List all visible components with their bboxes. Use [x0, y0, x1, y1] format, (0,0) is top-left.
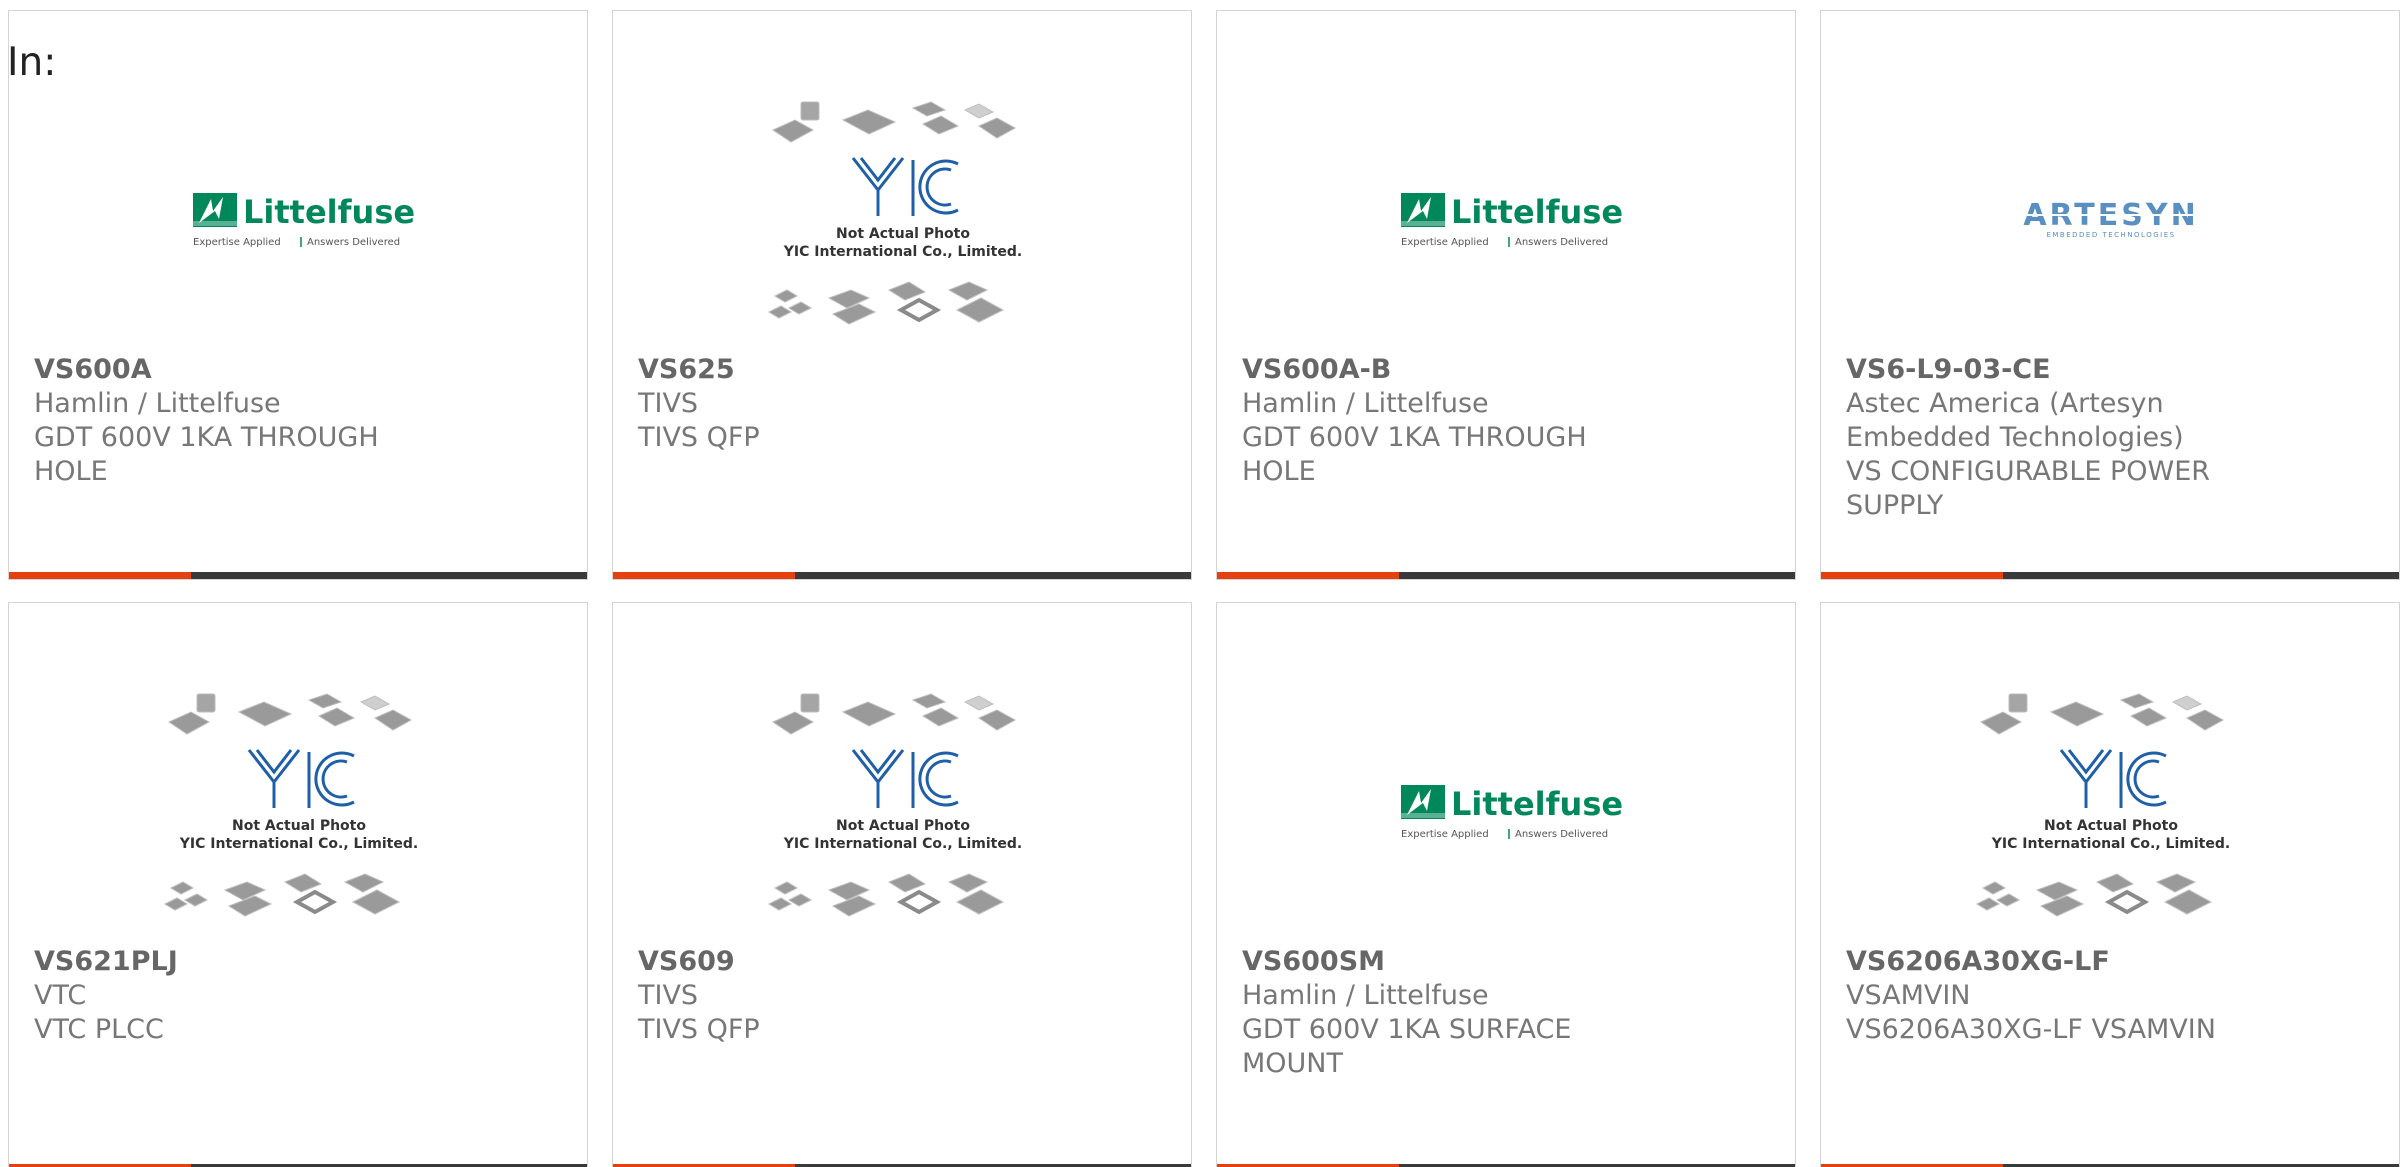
- svg-text:Expertise Applied: Expertise Applied: [193, 237, 281, 248]
- product-image[interactable]: Not Actual Photo YIC International Co., …: [743, 685, 1063, 945]
- svg-text:YIC International Co., Limited: YIC International Co., Limited.: [179, 836, 418, 852]
- manufacturer: Hamlin / Littelfuse: [1242, 388, 1489, 419]
- part-number-link[interactable]: VS625: [638, 353, 1038, 387]
- product-image[interactable]: Littelfuse Expertise Applied Answers Del…: [1347, 93, 1667, 353]
- product-image[interactable]: ARTESYN EMBEDDED TECHNOLOGIES: [1951, 93, 2271, 353]
- manufacturer: Astec America (Artesyn Embedded Technolo…: [1846, 388, 2184, 453]
- part-number-link[interactable]: VS609: [638, 945, 1038, 979]
- svg-text:Expertise Applied: Expertise Applied: [1401, 237, 1489, 248]
- product-info: VS6-L9-03-CE Astec America (Artesyn Embed…: [1846, 353, 2246, 523]
- card-accent-bar: [613, 572, 795, 579]
- svg-text:Answers Delivered: Answers Delivered: [307, 237, 400, 248]
- product-card[interactable]: ARTESYN EMBEDDED TECHNOLOGIES VS6-L9-03-…: [1820, 10, 2400, 580]
- card-bottom-bar: [9, 572, 587, 579]
- artesyn-logo-icon: ARTESYN EMBEDDED TECHNOLOGIES: [2015, 198, 2207, 239]
- yic-placeholder-icon: Not Actual Photo YIC International Co., …: [767, 693, 1022, 917]
- littelfuse-name: Littelfuse: [243, 193, 415, 231]
- product-info: VS621PLJ VTC VTC PLCC: [34, 945, 434, 1047]
- manufacturer: TIVS: [638, 980, 699, 1011]
- svg-text:YIC International Co., Limited: YIC International Co., Limited.: [783, 836, 1022, 852]
- littelfuse-name: Littelfuse: [1451, 785, 1623, 823]
- manufacturer: Hamlin / Littelfuse: [34, 388, 281, 419]
- svg-text:YIC International Co., Limited: YIC International Co., Limited.: [1991, 836, 2230, 852]
- product-image[interactable]: Littelfuse Expertise Applied Answers Del…: [139, 93, 459, 353]
- manufacturer: VTC: [34, 980, 87, 1011]
- yic-mark-icon: [851, 749, 959, 808]
- yic-placeholder-icon: Not Actual Photo YIC International Co., …: [767, 101, 1022, 325]
- filter-label: In:: [7, 40, 57, 85]
- manufacturer: VSAMVIN: [1846, 980, 1971, 1011]
- product-card[interactable]: Not Actual Photo YIC International Co., …: [612, 10, 1192, 580]
- manufacturer: TIVS: [638, 388, 699, 419]
- product-info: VS6206A30XG-LF VSAMVIN VS6206A30XG-LF VSAM…: [1846, 945, 2246, 1047]
- page: In: Littelfuse Expertise Applied Answers…: [0, 0, 2400, 1167]
- part-number-link[interactable]: VS621PLJ: [34, 945, 434, 979]
- manufacturer: Hamlin / Littelfuse: [1242, 980, 1489, 1011]
- description: TIVS QFP: [638, 422, 760, 453]
- svg-text:Not Actual Photo: Not Actual Photo: [232, 818, 366, 834]
- littelfuse-logo-icon: Littelfuse Expertise Applied Answers Del…: [193, 193, 415, 248]
- product-info: VS600A-B Hamlin / Littelfuse GDT 600V 1KA …: [1242, 353, 1642, 489]
- littelfuse-logo-icon: Littelfuse Expertise Applied Answers Del…: [1401, 785, 1623, 840]
- description: VS CONFIGURABLE POWER SUPPLY: [1846, 456, 2211, 521]
- product-info: VS625 TIVS TIVS QFP: [638, 353, 1038, 455]
- description: GDT 600V 1KA THROUGH HOLE: [34, 422, 379, 487]
- svg-text:Not Actual Photo: Not Actual Photo: [836, 226, 970, 242]
- product-info: VS609 TIVS TIVS QFP: [638, 945, 1038, 1047]
- svg-text:Not Actual Photo: Not Actual Photo: [836, 818, 970, 834]
- product-card[interactable]: Littelfuse Expertise Applied Answers Del…: [8, 10, 588, 580]
- product-card[interactable]: Not Actual Photo YIC International Co., …: [612, 602, 1192, 1167]
- card-accent-bar: [1821, 572, 2003, 579]
- part-number-link[interactable]: VS600A-B: [1242, 353, 1642, 387]
- product-grid: Littelfuse Expertise Applied Answers Del…: [8, 10, 2400, 1167]
- svg-text:EMBEDDED TECHNOLOGIES: EMBEDDED TECHNOLOGIES: [2046, 231, 2175, 239]
- littelfuse-logo-icon: Littelfuse Expertise Applied Answers Del…: [1401, 193, 1623, 248]
- product-image[interactable]: Not Actual Photo YIC International Co., …: [139, 685, 459, 945]
- product-card[interactable]: Not Actual Photo YIC International Co., …: [1820, 602, 2400, 1167]
- description: VS6206A30XG-LF VSAMVIN: [1846, 1014, 2216, 1045]
- product-image[interactable]: Littelfuse Expertise Applied Answers Del…: [1347, 685, 1667, 945]
- yic-mark-icon: [2059, 749, 2167, 808]
- product-card[interactable]: Not Actual Photo YIC International Co., …: [8, 602, 588, 1167]
- part-number-link[interactable]: VS6206A30XG-LF: [1846, 945, 2246, 979]
- littelfuse-name: Littelfuse: [1451, 193, 1623, 231]
- card-accent-bar: [1217, 572, 1399, 579]
- product-info: VS600A Hamlin / Littelfuse GDT 600V 1KA TH…: [34, 353, 434, 489]
- svg-text:YIC International Co., Limited: YIC International Co., Limited.: [783, 244, 1022, 260]
- svg-text:Answers Delivered: Answers Delivered: [1515, 237, 1608, 248]
- svg-text:Expertise Applied: Expertise Applied: [1401, 829, 1489, 840]
- yic-mark-icon: [247, 749, 355, 808]
- yic-placeholder-icon: Not Actual Photo YIC International Co., …: [163, 693, 418, 917]
- product-info: VS600SM Hamlin / Littelfuse GDT 600V 1KA S…: [1242, 945, 1642, 1081]
- svg-text:Answers Delivered: Answers Delivered: [1515, 829, 1608, 840]
- description: TIVS QFP: [638, 1014, 760, 1045]
- product-image[interactable]: Not Actual Photo YIC International Co., …: [743, 93, 1063, 353]
- product-card[interactable]: Littelfuse Expertise Applied Answers Del…: [1216, 602, 1796, 1167]
- part-number-link[interactable]: VS600A: [34, 353, 434, 387]
- card-bottom-bar: [1821, 572, 2399, 579]
- card-bottom-bar: [613, 572, 1191, 579]
- card-bottom-bar: [1217, 572, 1795, 579]
- description: VTC PLCC: [34, 1014, 164, 1045]
- part-number-link[interactable]: VS600SM: [1242, 945, 1642, 979]
- product-image[interactable]: Not Actual Photo YIC International Co., …: [1951, 685, 2271, 945]
- product-card[interactable]: Littelfuse Expertise Applied Answers Del…: [1216, 10, 1796, 580]
- part-number-link[interactable]: VS6-L9-03-CE: [1846, 353, 2246, 387]
- card-accent-bar: [9, 572, 191, 579]
- description: GDT 600V 1KA THROUGH HOLE: [1242, 422, 1587, 487]
- svg-text:Not Actual Photo: Not Actual Photo: [2044, 818, 2178, 834]
- yic-mark-icon: [851, 157, 959, 216]
- yic-placeholder-icon: Not Actual Photo YIC International Co., …: [1975, 693, 2230, 917]
- description: GDT 600V 1KA SURFACE MOUNT: [1242, 1014, 1572, 1079]
